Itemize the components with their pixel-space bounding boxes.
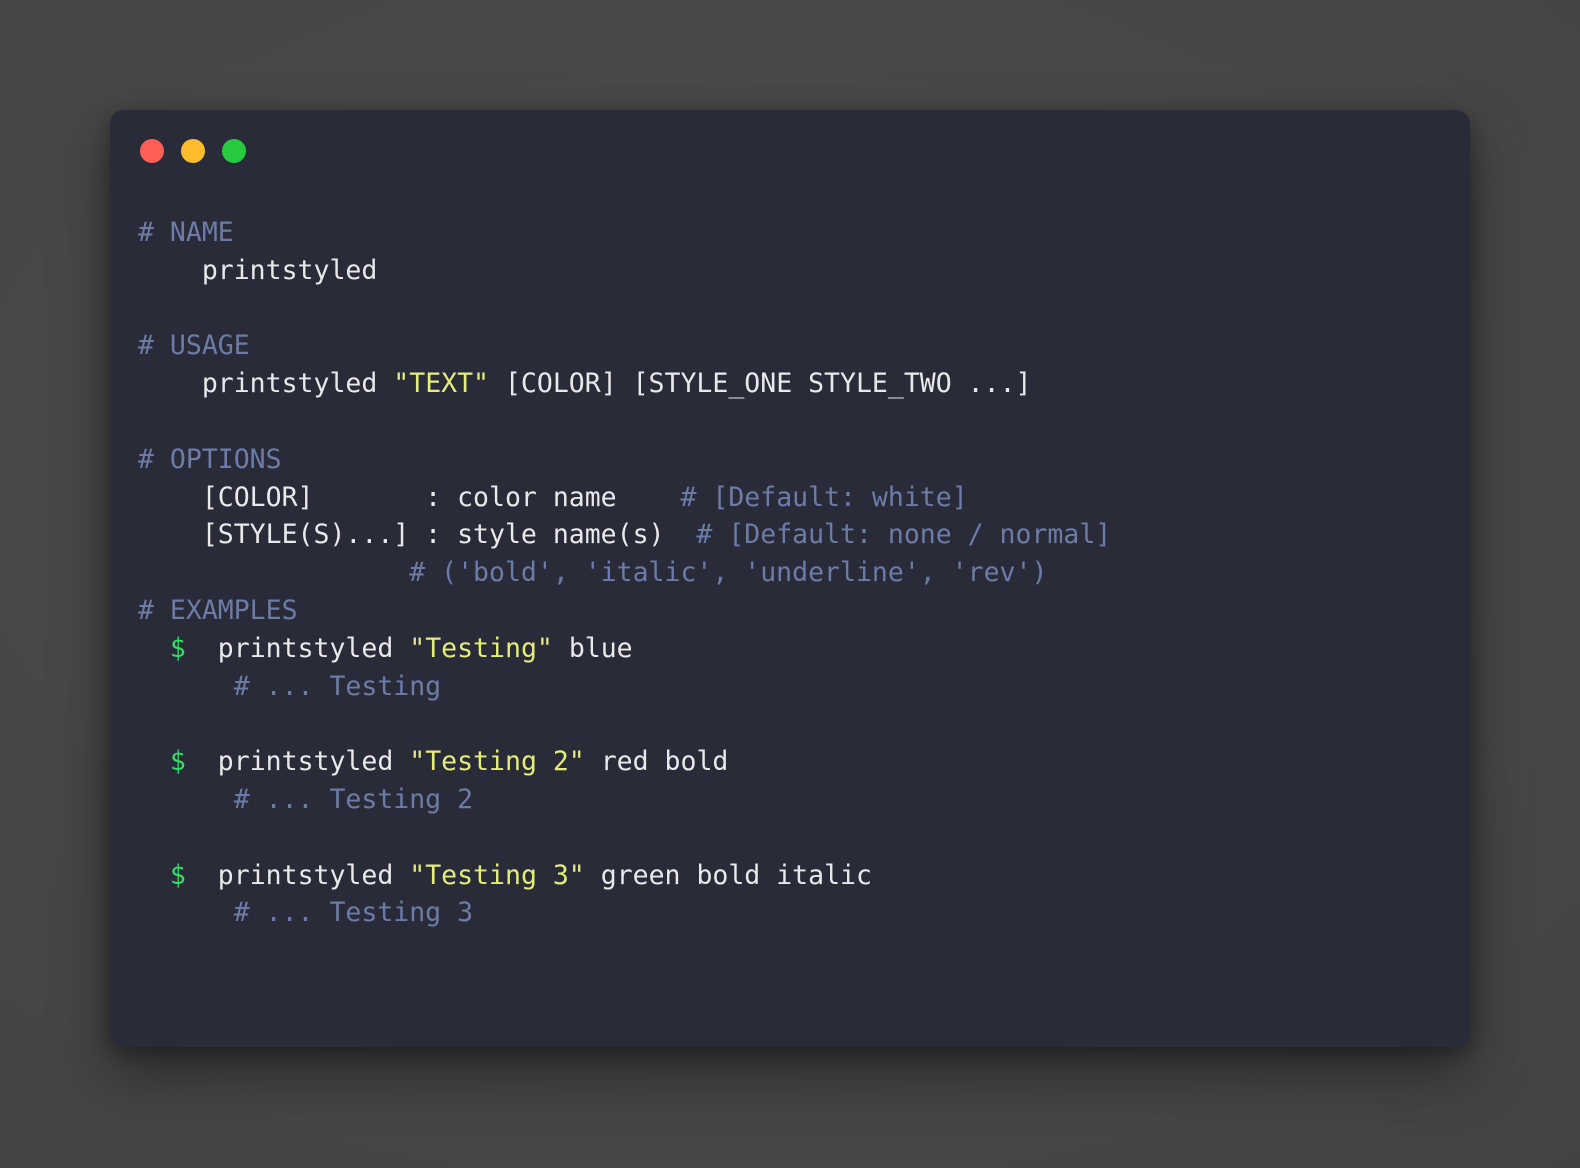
name-body-text: printstyled xyxy=(138,254,378,286)
usage-command-string: "TEXT" xyxy=(393,368,490,400)
section-heading-name: # NAME xyxy=(138,214,1470,252)
example-1-command-prefix: printstyled xyxy=(185,632,410,664)
options-styles-note-indent xyxy=(138,557,409,588)
example-3-prompt-symbol: $ xyxy=(169,859,186,891)
example-2-command-prefix: printstyled xyxy=(185,746,410,778)
options-row-color-gap xyxy=(617,482,681,513)
section-heading-options: # OPTIONS xyxy=(138,441,1470,479)
example-1-prompt-symbol: $ xyxy=(169,632,186,664)
example-2-output-line: # ... Testing 2 xyxy=(138,781,1470,819)
heading-examples-text: # EXAMPLES xyxy=(138,594,298,626)
example-3-output-line: # ... Testing 3 xyxy=(138,894,1470,932)
example-1-output-indent xyxy=(138,671,234,702)
example-1-output-text: # ... Testing xyxy=(233,670,442,702)
options-row-color: [COLOR] : color name # [Default: white] xyxy=(138,479,1470,517)
example-3-command-line: $ printstyled "Testing 3" green bold ita… xyxy=(138,857,1470,895)
options-row-style: [STYLE(S)...] : style name(s) # [Default… xyxy=(138,516,1470,554)
example-2-output-text: # ... Testing 2 xyxy=(233,783,474,815)
section-heading-usage: # USAGE xyxy=(138,327,1470,365)
example-3-command-string: "Testing 3" xyxy=(409,859,585,891)
options-row-style-gap xyxy=(665,519,697,550)
example-1-command-line: $ printstyled "Testing" blue xyxy=(138,630,1470,668)
blank-line-3 xyxy=(138,705,1470,743)
example-3-command-suffix: green bold italic xyxy=(584,859,872,891)
example-3-command-prefix: printstyled xyxy=(185,859,410,891)
screen: # NAME printstyled # USAGE printstyled "… xyxy=(0,0,1580,1168)
options-row-color-param: [COLOR] : color name xyxy=(138,481,617,513)
section-heading-examples: # EXAMPLES xyxy=(138,592,1470,630)
example-2-command-string: "Testing 2" xyxy=(409,746,585,778)
example-3-prompt-indent xyxy=(138,860,170,891)
options-row-style-param: [STYLE(S)...] : style name(s) xyxy=(138,519,665,551)
options-styles-note-line: # ('bold', 'italic', 'underline', 'rev') xyxy=(138,554,1470,592)
heading-name-text: # NAME xyxy=(138,217,234,248)
maximize-button-icon[interactable] xyxy=(222,139,246,163)
minimize-button-icon[interactable] xyxy=(181,139,205,163)
options-styles-note-text: # ('bold', 'italic', 'underline', 'rev') xyxy=(409,557,1048,589)
example-3-output-text: # ... Testing 3 xyxy=(233,897,474,929)
usage-command-prefix: printstyled xyxy=(138,368,394,400)
blank-line-1 xyxy=(138,290,1470,328)
heading-options-text: # OPTIONS xyxy=(138,443,282,475)
name-body-line: printstyled xyxy=(138,252,1470,290)
terminal-output: # NAME printstyled # USAGE printstyled "… xyxy=(110,214,1470,932)
options-row-color-comment: # [Default: white] xyxy=(680,481,968,513)
usage-command-suffix: [COLOR] [STYLE_ONE STYLE_TWO ...] xyxy=(489,368,1032,400)
example-2-output-indent xyxy=(138,784,234,815)
example-2-prompt-symbol: $ xyxy=(169,746,186,778)
example-1-prompt-indent xyxy=(138,633,170,664)
heading-usage-text: # USAGE xyxy=(138,330,250,362)
example-2-prompt-indent xyxy=(138,746,170,777)
options-row-style-comment: # [Default: none / normal] xyxy=(696,519,1112,551)
example-1-output-line: # ... Testing xyxy=(138,668,1470,706)
example-3-output-indent xyxy=(138,897,234,928)
example-1-command-suffix: blue xyxy=(552,632,633,664)
terminal-body[interactable]: # NAME printstyled # USAGE printstyled "… xyxy=(110,192,1470,932)
example-1-command-string: "Testing" xyxy=(409,632,553,664)
example-2-command-line: $ printstyled "Testing 2" red bold xyxy=(138,743,1470,781)
close-button-icon[interactable] xyxy=(140,139,164,163)
usage-command-line: printstyled "TEXT" [COLOR] [STYLE_ONE ST… xyxy=(138,365,1470,403)
blank-line-2 xyxy=(138,403,1470,441)
example-2-command-suffix: red bold xyxy=(584,746,729,778)
terminal-window: # NAME printstyled # USAGE printstyled "… xyxy=(110,110,1470,1047)
window-titlebar xyxy=(110,110,1470,192)
blank-line-4 xyxy=(138,819,1470,857)
